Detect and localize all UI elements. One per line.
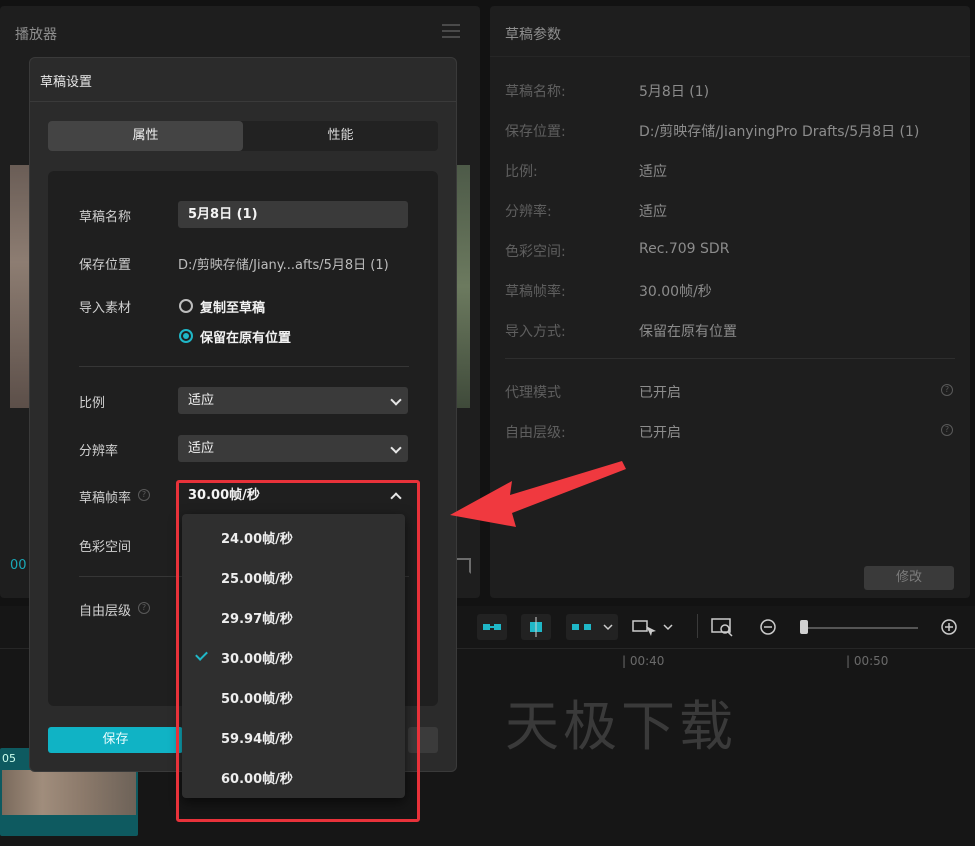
resolution-select[interactable]: 适应 xyxy=(178,435,408,462)
divider xyxy=(30,101,456,102)
zoom-in-icon[interactable] xyxy=(940,618,958,640)
preview-axis-icon[interactable] xyxy=(566,614,618,640)
save-path-value: D:/剪映存储/Jiany...afts/5月8日 (1) xyxy=(178,258,389,273)
menu-icon[interactable] xyxy=(442,24,460,38)
radio-keep-label: 保留在原有位置 xyxy=(200,331,292,346)
time-tick: | 00:50 xyxy=(846,654,889,668)
import-label: 导入素材 xyxy=(79,301,132,316)
tab-performance[interactable]: 性能 xyxy=(243,121,438,151)
video-preview-right-edge xyxy=(456,165,470,408)
chevron-down-icon xyxy=(390,394,402,406)
param-row-path: 保存位置: D:/剪映存储/JianyingPro Drafts/5月8日 (1… xyxy=(505,124,920,140)
param-row-name: 草稿名称: 5月8日 (1) xyxy=(505,84,710,100)
fullscreen-icon[interactable] xyxy=(455,558,471,574)
radio-copy-label: 复制至草稿 xyxy=(200,301,266,316)
ratio-label: 比例 xyxy=(79,396,106,411)
annotation-arrow-icon xyxy=(450,461,626,527)
divider xyxy=(79,366,409,367)
clip-thumbnails xyxy=(2,770,136,815)
link-icon[interactable] xyxy=(477,614,507,640)
clip-label: 05 xyxy=(2,752,16,765)
edit-button[interactable]: 修改 xyxy=(864,566,954,590)
param-row-ratio: 比例: 适应 xyxy=(505,164,667,180)
param-row-resolution: 分辨率: 适应 xyxy=(505,204,667,220)
dialog-title: 草稿设置 xyxy=(40,75,93,90)
divider xyxy=(505,358,955,359)
framerate-label: 草稿帧率 xyxy=(79,491,132,506)
radio-keep-original[interactable] xyxy=(179,329,193,343)
help-icon[interactable]: ? xyxy=(941,384,953,396)
resolution-label: 分辨率 xyxy=(79,444,119,459)
draft-name-label: 草稿名称 xyxy=(79,210,132,225)
player-title: 播放器 xyxy=(15,27,57,43)
help-icon[interactable]: ? xyxy=(941,424,953,436)
param-row-framerate: 草稿帧率: 30.00帧/秒 xyxy=(505,284,712,300)
preview-zoom-icon[interactable] xyxy=(711,617,735,641)
cursor-icon[interactable] xyxy=(632,618,674,642)
param-row-proxy: 代理模式 已开启 ? xyxy=(505,382,960,402)
save-path-label: 保存位置 xyxy=(79,258,132,273)
zoom-out-icon[interactable] xyxy=(759,618,777,640)
free-layer-label: 自由层级 xyxy=(79,604,132,619)
time-tick: | 00:40 xyxy=(622,654,665,668)
param-row-import: 导入方式: 保留在原有位置 xyxy=(505,324,737,340)
divider xyxy=(697,614,698,638)
tab-switcher: 属性 性能 xyxy=(48,121,438,151)
video-preview-left-edge xyxy=(10,165,30,408)
zoom-slider-handle[interactable] xyxy=(800,620,808,634)
divider xyxy=(490,56,970,57)
params-title: 草稿参数 xyxy=(505,27,561,43)
radio-copy-to-draft[interactable] xyxy=(179,299,193,313)
ratio-select[interactable]: 适应 xyxy=(178,387,408,414)
chevron-down-icon xyxy=(390,442,402,454)
save-button[interactable]: 保存 xyxy=(48,727,183,753)
draft-name-input[interactable]: 5月8日 (1) xyxy=(178,201,408,228)
annotation-highlight-box xyxy=(176,480,420,822)
zoom-slider-track[interactable] xyxy=(808,627,918,629)
param-row-colorspace: 色彩空间: Rec.709 SDR xyxy=(505,241,730,260)
snap-icon[interactable] xyxy=(521,614,551,640)
player-time-code: 00 xyxy=(10,558,27,573)
watermark-text: 天极下载 xyxy=(505,695,737,758)
tab-attributes[interactable]: 属性 xyxy=(48,121,243,151)
colorspace-label: 色彩空间 xyxy=(79,540,132,555)
help-icon[interactable]: ? xyxy=(138,602,150,614)
param-row-free-layer: 自由层级: 已开启 ? xyxy=(505,422,960,442)
help-icon[interactable]: ? xyxy=(138,489,150,501)
